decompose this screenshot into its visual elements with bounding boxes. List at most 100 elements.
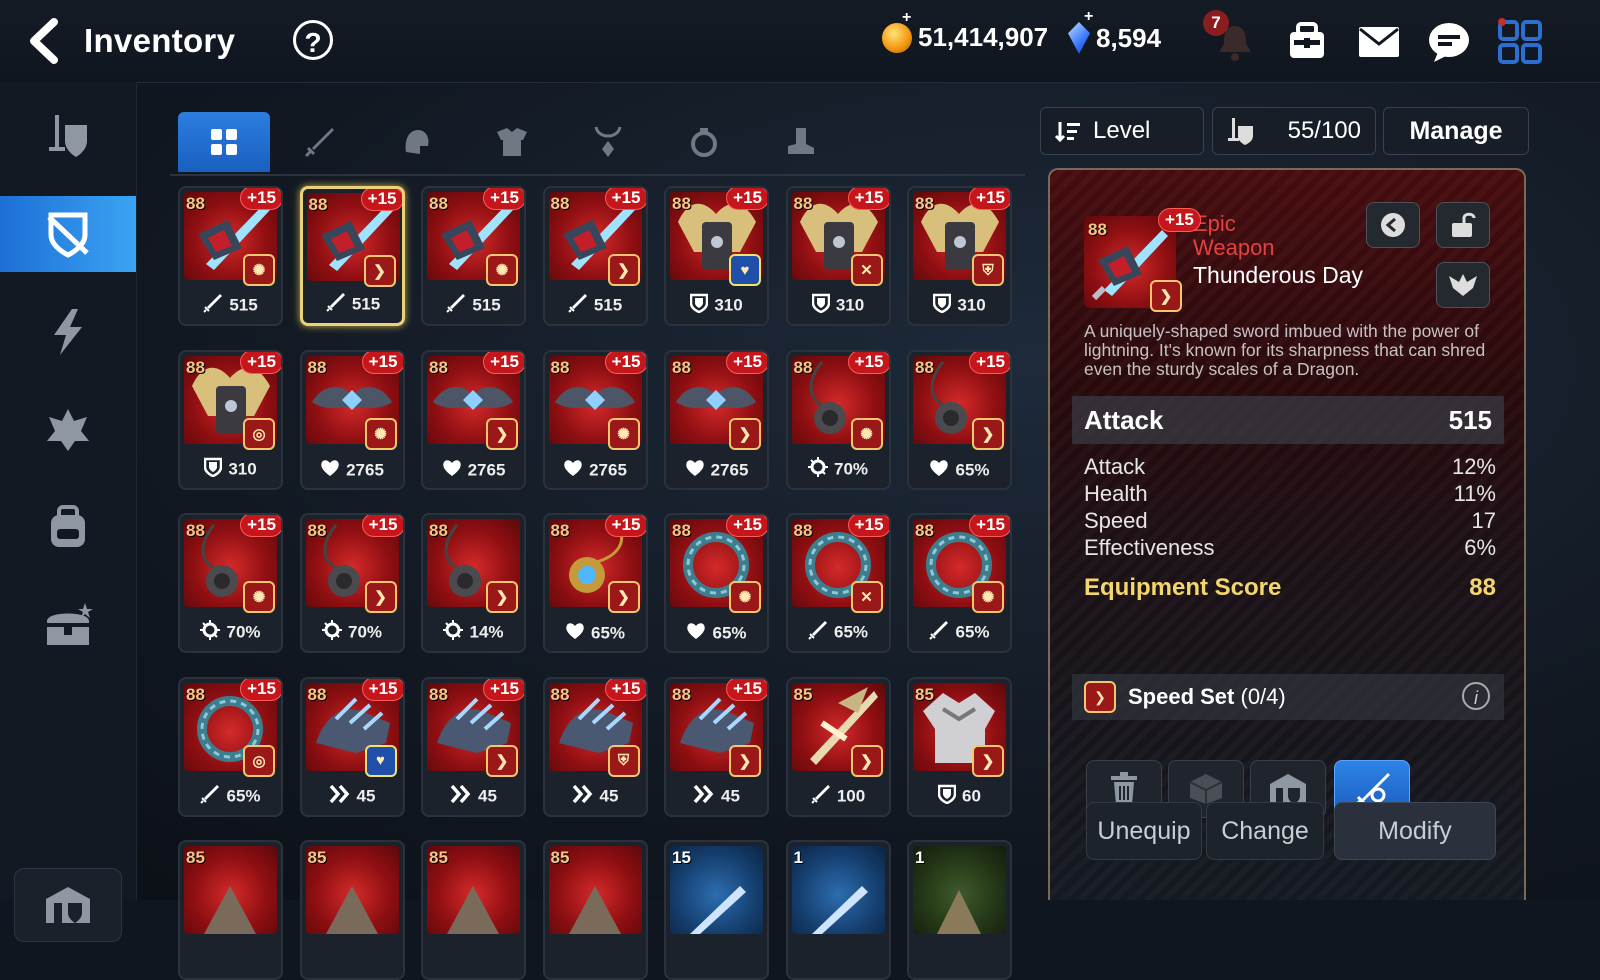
substat-label: Attack	[1084, 454, 1146, 479]
unlock-icon	[1452, 212, 1476, 237]
left-sidebar	[0, 82, 137, 942]
item-main-stat: 70%	[302, 620, 403, 645]
item-level: 88	[550, 194, 570, 213]
enhance-badge: +15	[969, 515, 1010, 537]
storage-button[interactable]	[14, 868, 122, 942]
item-slot[interactable]: 88 +15 ◎ 310	[178, 349, 283, 490]
speed-set-icon: ❯	[607, 581, 640, 613]
item-main-stat-value: 70%	[226, 622, 261, 642]
substat-value: 12%	[1451, 454, 1496, 479]
item-slot[interactable]: 88 +15 ✺ 70%	[785, 349, 891, 490]
tab-necklace[interactable]	[562, 112, 654, 172]
share-button[interactable]	[1366, 202, 1420, 248]
item-slot[interactable]: 88 +15 ❯ 515	[299, 186, 405, 326]
attack-set-icon: ✺	[243, 254, 275, 286]
sidebar-item-gear-active[interactable]	[0, 196, 136, 272]
crystal-display[interactable]: + 8,594	[1068, 8, 1162, 54]
enhance-badge: +15	[847, 188, 889, 210]
item-main-stat: 310	[180, 457, 281, 482]
item-slot[interactable]: 85	[178, 840, 283, 980]
item-level: 88	[915, 521, 934, 540]
item-slot[interactable]: 88 +15 ❯ 65%	[542, 513, 648, 653]
item-slot[interactable]: 85 ❯ 100	[785, 676, 891, 817]
item-slot[interactable]: 88 +15 ✺ 65%	[907, 513, 1012, 653]
item-level: 88	[308, 195, 328, 214]
item-slot[interactable]: 88 +15 ❯ 45	[421, 676, 526, 817]
health-icon	[565, 622, 585, 645]
mail-icon[interactable]	[1355, 18, 1403, 66]
info-icon[interactable]: i	[1462, 682, 1490, 710]
item-slot[interactable]: 88 +15 ✺ 2765	[299, 349, 405, 490]
sidebar-item-artifacts[interactable]	[0, 294, 136, 370]
defense-icon	[690, 293, 709, 318]
item-main-stat: 45	[302, 784, 403, 809]
item-slot[interactable]: 88 +15 ♥ 45	[299, 676, 405, 817]
tab-boots[interactable]	[754, 112, 846, 172]
item-slot[interactable]: 88 +15 ❯ 2765	[421, 349, 526, 490]
item-slot[interactable]: 88 +15 ✺ 70%	[178, 513, 283, 653]
sidebar-item-materials[interactable]	[0, 490, 136, 566]
item-main-stat-value: 2765	[589, 460, 627, 479]
item-slot[interactable]: 88 +15 ✕ 65%	[785, 513, 891, 653]
item-slot[interactable]: 88 +15 ✺ 515	[421, 186, 526, 326]
item-main-stat: 310	[909, 293, 1010, 318]
item-slot[interactable]: 88 +15 ⛨ 310	[907, 186, 1012, 326]
tab-armor[interactable]	[466, 112, 558, 172]
item-slot[interactable]: 88 +15 ❯ 45	[664, 676, 769, 817]
speed-set-icon: ❯	[729, 417, 761, 450]
unequip-button[interactable]: Unequip	[1086, 802, 1202, 860]
item-slot[interactable]: 88 +15 ❯ 515	[542, 186, 648, 326]
item-slot[interactable]: 88 +15 ❯ 70%	[299, 513, 405, 653]
item-main-stat-value: 310	[714, 295, 743, 315]
tab-helmet[interactable]	[370, 112, 462, 172]
item-slot[interactable]: 88 +15 ✺ 65%	[664, 513, 769, 653]
back-arrow-icon[interactable]	[24, 18, 68, 64]
sidebar-item-equipment[interactable]	[0, 98, 136, 174]
speed-set-icon: ❯	[972, 744, 1004, 777]
item-slot[interactable]: 85	[421, 840, 526, 980]
item-slot[interactable]: 1	[785, 840, 891, 980]
item-slot[interactable]: 88 +15 ♥ 310	[664, 186, 769, 326]
chat-icon[interactable]	[1425, 18, 1473, 66]
gold-display[interactable]: + 51,414,907	[882, 9, 1048, 53]
item-slot[interactable]: 88 +15 ✕ 310	[785, 186, 891, 326]
item-slot[interactable]: 15	[664, 840, 769, 980]
capacity-display[interactable]: 55/100	[1212, 107, 1376, 155]
item-slot[interactable]: 88 +15 ✺ 515	[178, 186, 283, 326]
item-main-stat: 515	[303, 292, 402, 317]
item-level: 88	[307, 521, 327, 540]
item-slot[interactable]: 88 +15 ❯ 65%	[907, 349, 1012, 490]
sort-dropdown[interactable]: Level	[1040, 107, 1204, 155]
item-slot[interactable]: 88 +15 ❯ 2765	[664, 349, 769, 490]
item-slot[interactable]: 1	[907, 840, 1012, 980]
extract-button[interactable]	[1436, 262, 1490, 308]
item-slot[interactable]: 85 ❯ 60	[907, 676, 1012, 817]
item-slot[interactable]: 88 ❯ 14%	[421, 513, 526, 653]
crystal-amount: 8,594	[1096, 22, 1162, 53]
item-slot[interactable]: 88 +15 ✺ 2765	[542, 349, 648, 490]
item-level: 88	[672, 684, 691, 704]
change-button[interactable]: Change	[1206, 802, 1324, 860]
item-slot[interactable]: 88 +15 ⛨ 45	[542, 676, 648, 817]
inventory-bag-icon[interactable]	[1283, 18, 1331, 66]
sidebar-item-catalysts[interactable]	[0, 392, 136, 468]
tab-all[interactable]	[178, 112, 270, 172]
modify-button[interactable]: Modify	[1334, 802, 1496, 860]
page-title: Inventory	[84, 22, 236, 59]
item-level: 88	[793, 521, 813, 540]
item-slot[interactable]: 85	[299, 840, 405, 980]
item-slot[interactable]: 85	[542, 840, 648, 980]
tab-weapon[interactable]	[274, 112, 366, 172]
item-main-stat-value: 14%	[469, 622, 504, 642]
help-icon[interactable]: ?	[293, 20, 333, 60]
attack-icon	[200, 784, 220, 809]
item-image	[913, 846, 1006, 934]
sidebar-item-chests[interactable]	[0, 588, 136, 664]
lock-button[interactable]	[1436, 202, 1490, 248]
manage-button[interactable]: Manage	[1383, 107, 1529, 155]
attack-icon	[929, 620, 949, 645]
tab-ring[interactable]	[658, 112, 750, 172]
menu-grid-icon[interactable]	[1496, 18, 1544, 66]
item-slot[interactable]: 88 +15 ◎ 65%	[178, 676, 283, 817]
enhance-badge: +15	[969, 188, 1010, 210]
